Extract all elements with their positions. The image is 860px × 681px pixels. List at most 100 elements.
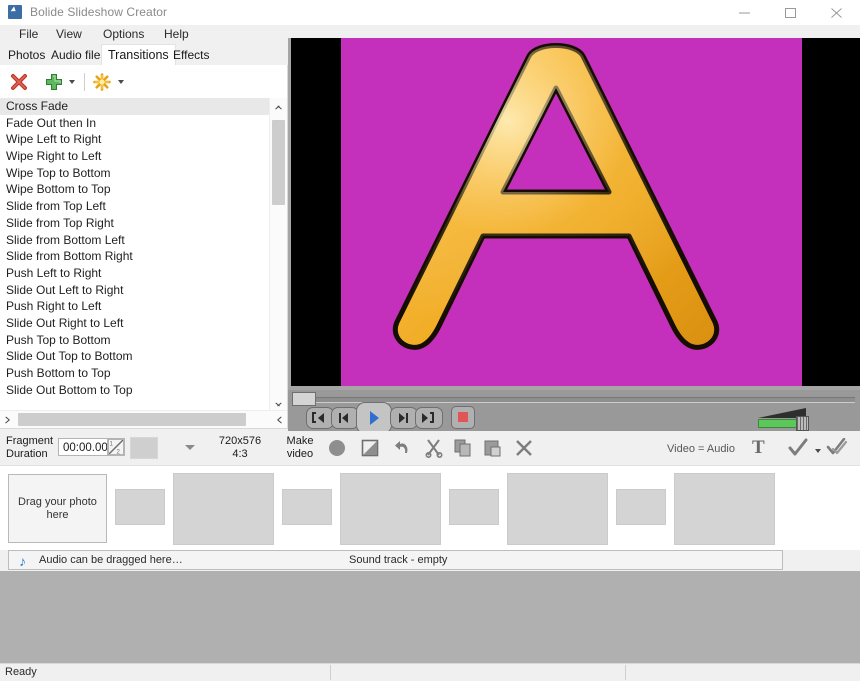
bracket-icon — [312, 412, 314, 423]
title-bar: Bolide Slideshow Creator — [0, 0, 860, 26]
list-item[interactable]: Slide Out Top to Bottom — [0, 348, 270, 365]
list-item[interactable]: Wipe Left to Right — [0, 131, 270, 148]
list-item[interactable]: Fade Out then In — [0, 115, 270, 132]
copy-button[interactable] — [453, 438, 473, 458]
resolution-display[interactable]: 720x576 4:3 — [210, 435, 270, 460]
delete-x-icon — [9, 72, 29, 92]
menu-view[interactable]: View — [49, 25, 89, 44]
list-horizontal-scrollbar[interactable] — [0, 410, 287, 428]
status-bar: Ready — [0, 663, 860, 681]
volume-slider[interactable] — [758, 408, 813, 428]
stop-square-icon — [458, 412, 468, 422]
volume-thumb[interactable] — [796, 416, 809, 431]
menu-help[interactable]: Help — [157, 25, 196, 44]
list-item[interactable]: Push Left to Right — [0, 265, 270, 282]
vertical-scroll-thumb[interactable] — [272, 120, 285, 205]
tab-photos[interactable]: Photos — [2, 46, 51, 65]
scroll-left-button[interactable] — [0, 411, 16, 428]
list-item[interactable]: Slide from Top Right — [0, 215, 270, 232]
list-item[interactable]: Slide from Top Left — [0, 198, 270, 215]
list-item[interactable]: Slide from Bottom Right — [0, 248, 270, 265]
timeline-transition-slot[interactable] — [616, 489, 666, 525]
bar-icon — [339, 413, 341, 423]
horizontal-scroll-thumb[interactable] — [18, 413, 246, 426]
timeline-photo-slot[interactable] — [674, 473, 775, 545]
timeline-photo-slot[interactable] — [340, 473, 441, 545]
effects-dropdown-caret-icon[interactable] — [118, 80, 124, 84]
list-item[interactable]: Push Right to Left — [0, 298, 270, 315]
play-triangle-icon — [370, 411, 379, 425]
menu-file[interactable]: File — [12, 25, 45, 44]
close-button[interactable] — [814, 0, 860, 25]
previous-frame-button[interactable] — [331, 407, 359, 429]
undo-button[interactable] — [393, 438, 413, 458]
list-item[interactable]: Wipe Right to Left — [0, 148, 270, 165]
list-item[interactable]: Push Bottom to Top — [0, 365, 270, 382]
video-equals-audio-label[interactable]: Video = Audio — [667, 443, 735, 455]
timeline-photo-slot[interactable] — [507, 473, 608, 545]
text-tool-button[interactable]: T — [752, 438, 765, 458]
scroll-right-button[interactable] — [271, 411, 287, 428]
list-vertical-scrollbar[interactable] — [269, 98, 287, 411]
fragment-duration-label-line1: Fragment — [6, 435, 53, 448]
delete-clip-button[interactable] — [514, 438, 534, 458]
play-button[interactable] — [356, 402, 392, 434]
transitions-list[interactable]: Cross Fade Fade Out then In Wipe Left to… — [0, 98, 270, 411]
fragment-duration-input[interactable]: 00:00.000 — [58, 438, 113, 456]
apply-check-button[interactable] — [787, 438, 809, 458]
fragment-duration-spinner[interactable]: 1 2 — [107, 438, 125, 456]
seek-thumb[interactable] — [292, 392, 316, 406]
arrow-left-icon — [318, 413, 324, 423]
timeline-transition-slot[interactable] — [449, 489, 499, 525]
status-divider — [330, 665, 331, 680]
make-video-button[interactable]: Make video — [277, 435, 323, 460]
record-circle-icon — [327, 438, 347, 458]
preview-stage — [341, 38, 802, 386]
go-to-end-button[interactable] — [415, 407, 443, 429]
timeline-transition-slot[interactable] — [282, 489, 332, 525]
timeline-transition-slot[interactable] — [115, 489, 165, 525]
timeline-photo-slot[interactable] — [173, 473, 274, 545]
make-video-line1: Make — [277, 435, 323, 448]
bracket-icon — [432, 412, 434, 423]
video-preview[interactable] — [291, 38, 860, 386]
maximize-button[interactable] — [768, 0, 814, 25]
transition-dropdown-caret-icon[interactable] — [185, 445, 195, 450]
photo-dropzone[interactable]: Drag your photo here — [8, 474, 107, 543]
color-swatch[interactable] — [130, 437, 158, 459]
audio-track[interactable]: ♪ Audio can be dragged here… Sound track… — [8, 550, 783, 570]
list-item[interactable]: Cross Fade — [0, 98, 270, 115]
next-frame-button[interactable] — [390, 407, 418, 429]
apply-dropdown-caret-icon[interactable] — [815, 449, 821, 453]
scroll-up-button[interactable] — [270, 98, 287, 114]
list-item[interactable]: Slide from Bottom Left — [0, 232, 270, 249]
paste-button[interactable] — [483, 438, 503, 458]
delete-button[interactable] — [9, 72, 29, 92]
close-icon — [831, 8, 843, 18]
stop-button[interactable] — [451, 406, 475, 429]
effects-button[interactable] — [92, 72, 112, 92]
image-crop-button[interactable] — [360, 438, 380, 458]
go-to-start-button[interactable] — [306, 407, 334, 429]
chevron-left-icon — [6, 416, 10, 424]
add-button[interactable] — [44, 72, 64, 92]
list-item[interactable]: Wipe Top to Bottom — [0, 165, 270, 182]
list-item[interactable]: Wipe Bottom to Top — [0, 181, 270, 198]
tab-transitions[interactable]: Transitions — [101, 44, 176, 67]
menu-options[interactable]: Options — [96, 25, 151, 44]
tab-effects[interactable]: Effects — [167, 46, 215, 65]
cut-button[interactable] — [424, 438, 444, 458]
status-text: Ready — [5, 666, 37, 678]
edit-toolbar: Fragment Duration 00:00.000 1 2 720x576 … — [0, 431, 860, 466]
add-dropdown-caret-icon[interactable] — [69, 80, 75, 84]
list-item[interactable]: Push Top to Bottom — [0, 332, 270, 349]
list-item[interactable]: Slide Out Left to Right — [0, 282, 270, 299]
list-item[interactable]: Slide Out Bottom to Top — [0, 382, 270, 399]
apply-all-button[interactable] — [826, 438, 848, 458]
minimize-button[interactable] — [722, 0, 768, 25]
scroll-down-button[interactable] — [270, 395, 287, 411]
fragment-duration-label: Fragment Duration — [6, 435, 53, 460]
list-item[interactable]: Slide Out Right to Left — [0, 315, 270, 332]
record-circle-button[interactable] — [327, 438, 347, 458]
soundtrack-status: Sound track - empty — [349, 554, 447, 566]
